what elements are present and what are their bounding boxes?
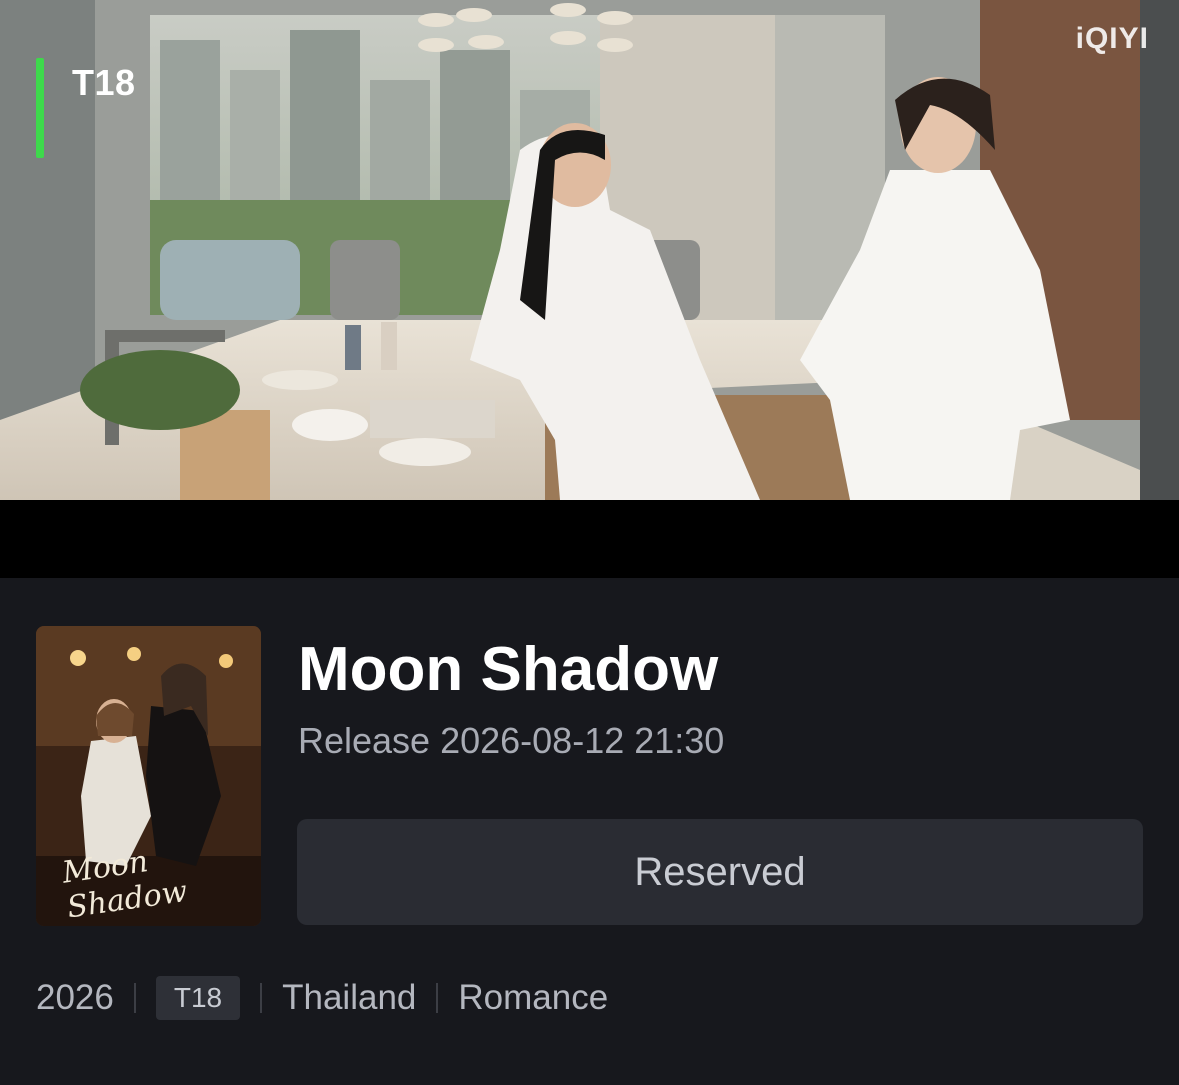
meta-divider: [436, 983, 439, 1013]
video-frame: [0, 0, 1179, 500]
rating-overlay-label: T18: [72, 62, 136, 103]
rating-overlay: T18: [36, 58, 136, 158]
meta-divider: [133, 983, 136, 1013]
meta-year: 2026: [36, 978, 114, 1017]
reserved-button[interactable]: Reserved: [297, 819, 1143, 925]
show-meta-row: 2026 T18 Thailand Romance: [36, 974, 608, 1022]
show-title: Moon Shadow: [298, 635, 719, 704]
meta-divider: [260, 983, 263, 1013]
meta-genre: Romance: [458, 978, 609, 1017]
show-info-panel: Moon Shadow Moon Shadow Release 2026-08-…: [0, 578, 1179, 1085]
rating-indicator-bar: [36, 58, 44, 158]
show-poster[interactable]: Moon Shadow: [36, 626, 261, 926]
meta-country: Thailand: [282, 978, 417, 1017]
video-player[interactable]: T18 iQIYI: [0, 0, 1179, 500]
release-datetime: Release 2026-08-12 21:30: [298, 720, 725, 761]
video-letterbox: [0, 500, 1179, 578]
meta-rating-badge: T18: [155, 976, 241, 1020]
iqiyi-logo: iQIYI: [1075, 22, 1149, 55]
